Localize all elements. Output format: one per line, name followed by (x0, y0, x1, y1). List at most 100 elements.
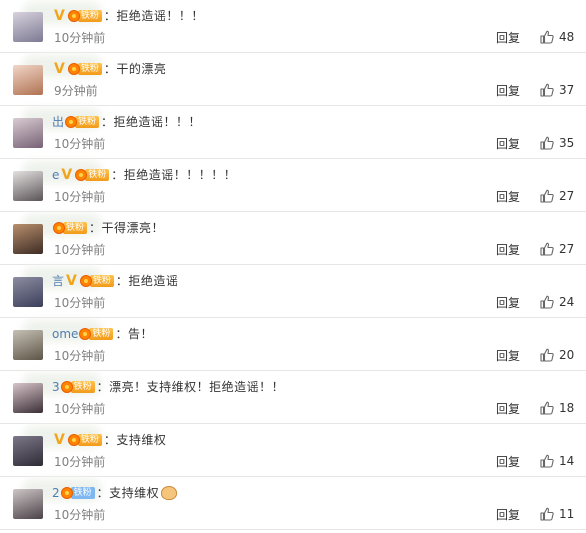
fan-badge-label: 铁粉 (63, 222, 88, 234)
like-button[interactable]: 24 (540, 294, 574, 310)
fan-badge-label: 铁粉 (75, 116, 100, 128)
timestamp: 10分钟前 (54, 508, 106, 522)
weibo-logo-icon (53, 222, 65, 234)
like-button[interactable]: 11 (540, 506, 574, 522)
verified-badge-icon: V (54, 61, 65, 77)
thumbs-up-icon (540, 30, 554, 44)
avatar[interactable] (13, 277, 43, 307)
fan-badge-label: 铁粉 (70, 487, 95, 499)
username-link[interactable]: e (52, 167, 59, 183)
fan-badge-label: 铁粉 (70, 381, 95, 393)
thumbs-up-icon (540, 295, 554, 309)
timestamp: 10分钟前 (54, 455, 106, 469)
like-count: 37 (559, 83, 575, 97)
comment-item: ome 铁粉 ：告！ 10分钟前 回复 20 (0, 318, 586, 371)
comment-line: V 铁粉 ：干的漂亮 (52, 61, 166, 77)
thumbs-up-icon (540, 242, 554, 256)
reply-button[interactable]: 回复 (496, 137, 520, 151)
fan-badge[interactable]: 铁粉 (65, 115, 100, 129)
weibo-logo-icon (67, 434, 80, 446)
like-count: 11 (559, 507, 575, 521)
verified-badge-icon: V (54, 8, 65, 24)
reply-button[interactable]: 回复 (496, 402, 520, 416)
fan-badge-label: 铁粉 (77, 434, 102, 446)
reply-button[interactable]: 回复 (496, 84, 520, 98)
username-link[interactable]: 言 (52, 273, 64, 289)
avatar[interactable] (13, 65, 43, 95)
reply-button[interactable]: 回复 (496, 296, 520, 310)
username-link[interactable]: 2 (52, 485, 60, 501)
like-button[interactable]: 27 (540, 188, 574, 204)
comment-item: 2 铁粉 ：支持维权 10分钟前 回复 11 (0, 477, 586, 530)
fan-badge[interactable]: 铁粉 (67, 433, 102, 447)
fan-badge[interactable]: 铁粉 (79, 327, 114, 341)
verified-badge-icon: V (66, 273, 77, 289)
reply-button[interactable]: 回复 (496, 243, 520, 257)
comment-item: V 铁粉 ：干的漂亮 9分钟前 回复 37 (0, 53, 586, 106)
comment-text: ：拒绝造谣！！！ (103, 9, 204, 23)
comment-item: 铁粉 ：干得漂亮！ 10分钟前 回复 27 (0, 212, 586, 265)
fan-badge[interactable]: 铁粉 (53, 221, 88, 235)
like-button[interactable]: 18 (540, 400, 574, 416)
like-button[interactable]: 27 (540, 241, 574, 257)
fan-badge[interactable]: 铁粉 (67, 62, 102, 76)
like-button[interactable]: 20 (540, 347, 574, 363)
comment-text: ：告！ (115, 327, 153, 341)
avatar[interactable] (13, 118, 43, 148)
avatar[interactable] (13, 12, 43, 42)
username-link[interactable]: 3 (52, 379, 60, 395)
like-button[interactable]: 35 (540, 135, 574, 151)
comment-line: 出 铁粉 ：拒绝造谣！！！ (52, 114, 201, 130)
fan-badge[interactable]: 铁粉 (60, 486, 95, 500)
verified-badge-icon: V (54, 432, 65, 448)
avatar[interactable] (13, 489, 43, 519)
avatar[interactable] (13, 436, 43, 466)
comment-item: e V 铁粉 ：拒绝造谣！！！！！ 10分钟前 回复 27 (0, 159, 586, 212)
thumbs-up-icon (540, 348, 554, 362)
fan-badge[interactable]: 铁粉 (60, 380, 95, 394)
reply-button[interactable]: 回复 (496, 455, 520, 469)
comment-text: ：支持维权 (96, 486, 160, 500)
thumbs-up-icon (540, 189, 554, 203)
like-count: 14 (559, 454, 575, 468)
timestamp: 10分钟前 (54, 402, 106, 416)
comment-text: ：拒绝造谣 (115, 274, 179, 288)
like-count: 27 (559, 189, 575, 203)
like-button[interactable]: 48 (540, 29, 574, 45)
reply-button[interactable]: 回复 (496, 508, 520, 522)
weibo-logo-icon (60, 381, 73, 393)
fan-badge-label: 铁粉 (77, 10, 102, 22)
comment-line: 铁粉 ：干得漂亮！ (52, 220, 164, 236)
reply-button[interactable]: 回复 (496, 31, 520, 45)
weibo-logo-icon (65, 116, 78, 128)
like-button[interactable]: 14 (540, 453, 574, 469)
comment-line: V 铁粉 ：拒绝造谣！！！ (52, 8, 204, 24)
username-link[interactable]: ome (52, 326, 78, 342)
comment-line: ome 铁粉 ：告！ (52, 326, 153, 342)
avatar[interactable] (13, 171, 43, 201)
like-button[interactable]: 37 (540, 82, 574, 98)
like-count: 18 (559, 401, 575, 415)
comment-line: 言 V 铁粉 ：拒绝造谣 (52, 273, 178, 289)
timestamp: 10分钟前 (54, 137, 106, 151)
reply-button[interactable]: 回复 (496, 190, 520, 204)
like-count: 48 (559, 30, 575, 44)
avatar[interactable] (13, 224, 43, 254)
comment-text: ：拒绝造谣！！！！！ (111, 168, 237, 182)
username-link[interactable]: 出 (52, 114, 64, 130)
comment-line: 3 铁粉 ：漂亮！支持维权！拒绝造谣！！ (52, 379, 284, 395)
fan-badge[interactable]: 铁粉 (75, 168, 110, 182)
fan-badge[interactable]: 铁粉 (67, 9, 102, 23)
fan-badge-label: 铁粉 (89, 275, 114, 287)
thumbs-up-icon (540, 401, 554, 415)
comment-line: 2 铁粉 ：支持维权 (52, 485, 178, 501)
thumbs-up-icon (540, 507, 554, 521)
fan-badge[interactable]: 铁粉 (79, 274, 114, 288)
fan-badge-label: 铁粉 (89, 328, 114, 340)
comment-list: V 铁粉 ：拒绝造谣！！！ 10分钟前 回复 48 V 铁粉 ：干的漂亮 9分钟… (0, 0, 586, 533)
avatar[interactable] (13, 330, 43, 360)
weibo-logo-icon (67, 10, 80, 22)
reply-button[interactable]: 回复 (496, 349, 520, 363)
avatar[interactable] (13, 383, 43, 413)
comment-item: V 铁粉 ：支持维权 10分钟前 回复 14 (0, 424, 586, 477)
